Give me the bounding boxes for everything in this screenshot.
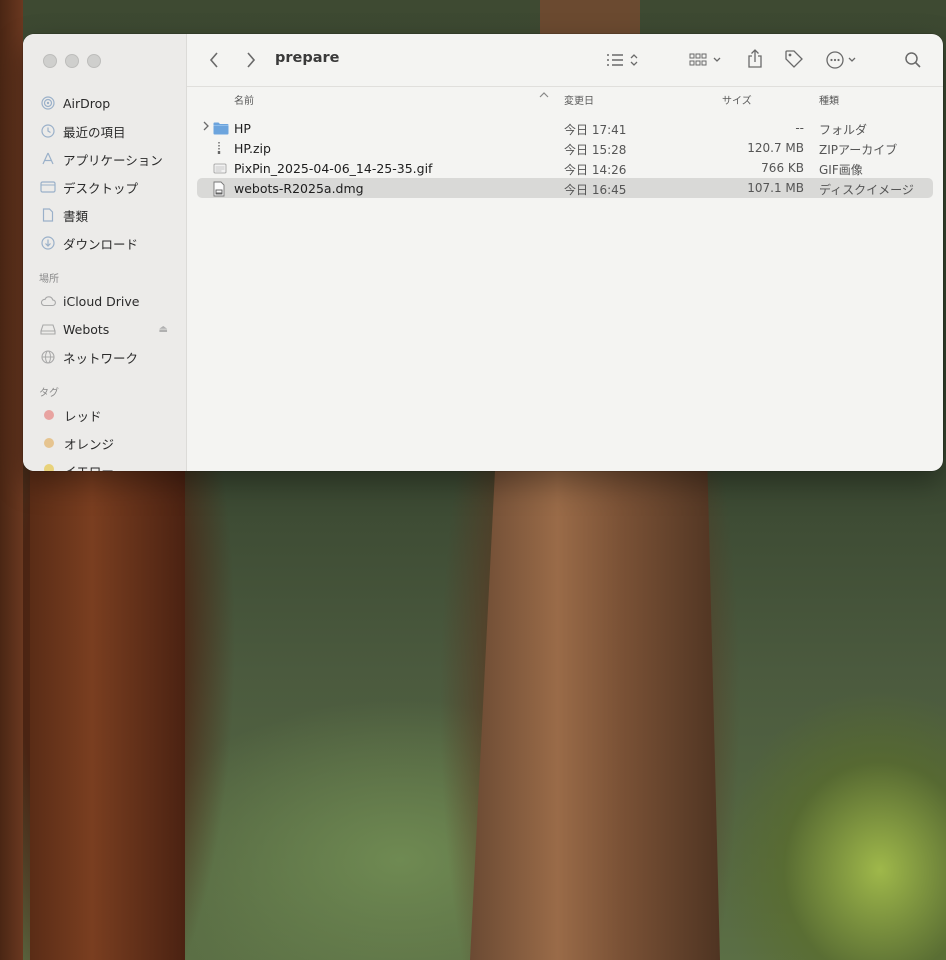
sidebar-item-label: iCloud Drive [63, 293, 140, 309]
file-size: 107.1 MB [747, 181, 804, 195]
view-options-button[interactable] [605, 50, 645, 70]
column-kind[interactable]: 種類 [819, 92, 839, 107]
close-button[interactable] [43, 54, 57, 68]
sidebar-item-label: デスクトップ [63, 180, 139, 196]
file-name: HP [234, 121, 251, 136]
file-date: 今日 14:26 [564, 163, 627, 177]
network-icon [40, 349, 56, 365]
file-list: HP 今日 17:41 -- フォルダ HP.zip 今日 15:28 120.… [197, 118, 933, 198]
back-button[interactable] [205, 50, 223, 70]
file-row-pixpin-gif[interactable]: PixPin_2025-04-06_14-25-35.gif 今日 14:26 … [197, 158, 933, 178]
applications-icon [40, 151, 56, 167]
tag-icon [785, 50, 803, 68]
column-size[interactable]: サイズ [722, 92, 752, 107]
document-icon [40, 207, 56, 223]
sidebar-item-label: 最近の項目 [63, 124, 126, 140]
file-kind: フォルダ [819, 123, 868, 137]
file-name: PixPin_2025-04-06_14-25-35.gif [234, 161, 433, 176]
file-size: -- [795, 121, 804, 135]
sidebar-item-label: アプリケーション [63, 152, 163, 168]
sort-ascending-icon[interactable] [539, 91, 549, 102]
tag-red-icon [44, 410, 54, 420]
sidebar-section-tags: タグ [39, 388, 59, 399]
file-kind: ディスクイメージ [819, 183, 914, 197]
file-name: webots-R2025a.dmg [234, 181, 364, 196]
cloud-icon [40, 293, 56, 309]
file-size: 766 KB [761, 161, 804, 175]
file-date: 今日 15:28 [564, 143, 627, 157]
sidebar-item-webots[interactable]: Webots ⏏ [23, 315, 186, 343]
search-button[interactable] [903, 50, 923, 70]
column-date[interactable]: 変更日 [564, 92, 594, 107]
clock-icon [40, 123, 56, 139]
tag-button[interactable] [783, 49, 805, 69]
sidebar-item-label: レッド [64, 408, 102, 424]
file-name: HP.zip [234, 141, 271, 156]
search-icon [905, 52, 921, 68]
sidebar-item-label: イエロー [64, 461, 114, 471]
share-button[interactable] [745, 48, 765, 70]
disclosure-triangle-icon[interactable] [202, 120, 210, 135]
image-file-icon [213, 161, 227, 177]
sidebar-item-recents[interactable]: 最近の項目 [23, 117, 186, 145]
sidebar-item-downloads[interactable]: ダウンロード [23, 229, 186, 257]
sidebar-item-icloud[interactable]: iCloud Drive [23, 287, 186, 315]
sidebar-item-label: AirDrop [63, 95, 111, 111]
window-title: prepare [275, 50, 340, 66]
file-row-webots-dmg[interactable]: webots-R2025a.dmg 今日 16:45 107.1 MB ディスク… [197, 178, 933, 198]
sidebar-item-tag-yellow[interactable]: イエロー [23, 457, 186, 471]
toolbar: prepare [187, 34, 943, 87]
group-button[interactable] [689, 50, 727, 70]
sidebar-item-label: オレンジ [64, 436, 115, 452]
sidebar-section-locations: 場所 [39, 274, 59, 285]
share-icon [748, 49, 762, 68]
sidebar-item-documents[interactable]: 書類 [23, 201, 186, 229]
grid-icon [689, 53, 721, 66]
file-size: 120.7 MB [747, 141, 804, 155]
zip-file-icon [213, 141, 227, 157]
tag-yellow-icon [44, 464, 54, 471]
disk-icon [40, 321, 56, 337]
minimize-button[interactable] [65, 54, 79, 68]
file-date: 今日 16:45 [564, 183, 627, 197]
sidebar: AirDrop 最近の項目 アプリケーション デスクトップ 書類 ダウンロード … [23, 34, 187, 471]
window-controls [43, 54, 101, 68]
zoom-button[interactable] [87, 54, 101, 68]
sidebar-item-label: ネットワーク [63, 350, 139, 366]
sidebar-item-label: 書類 [63, 208, 89, 224]
sidebar-item-airdrop[interactable]: AirDrop [23, 89, 186, 117]
sidebar-list: AirDrop 最近の項目 アプリケーション デスクトップ 書類 ダウンロード … [23, 89, 186, 471]
column-name[interactable]: 名前 [234, 92, 254, 107]
ellipsis-circle-icon [826, 51, 856, 69]
sidebar-item-network[interactable]: ネットワーク [23, 343, 186, 371]
finder-window: AirDrop 最近の項目 アプリケーション デスクトップ 書類 ダウンロード … [23, 34, 943, 471]
chevron-left-icon [209, 52, 218, 68]
chevron-right-icon [247, 52, 256, 68]
disk-image-file-icon [213, 181, 227, 197]
folder-icon [213, 121, 229, 137]
sidebar-item-applications[interactable]: アプリケーション [23, 145, 186, 173]
column-header: 名前 変更日 サイズ 種類 [187, 86, 943, 110]
sidebar-item-tag-orange[interactable]: オレンジ [23, 429, 186, 457]
airdrop-icon [40, 95, 56, 111]
sidebar-item-tag-red[interactable]: レッド [23, 401, 186, 429]
file-date: 今日 17:41 [564, 123, 627, 137]
sidebar-item-label: ダウンロード [63, 236, 139, 252]
file-row-hp-zip[interactable]: HP.zip 今日 15:28 120.7 MB ZIPアーカイブ [197, 138, 933, 158]
sidebar-item-desktop[interactable]: デスクトップ [23, 173, 186, 201]
more-actions-button[interactable] [825, 50, 863, 70]
list-view-icon [607, 54, 638, 66]
eject-icon[interactable]: ⏏ [159, 324, 168, 335]
download-icon [40, 235, 56, 251]
file-kind: ZIPアーカイブ [819, 143, 898, 157]
file-row-hp[interactable]: HP 今日 17:41 -- フォルダ [197, 118, 933, 138]
file-kind: GIF画像 [819, 163, 863, 177]
desktop-icon [40, 179, 56, 195]
main-pane: prepare 名前 変更日 サイズ 種類 HP 今日 17:41 -- フォル… [187, 34, 943, 471]
sidebar-item-label: Webots [63, 321, 110, 337]
tag-orange-icon [44, 438, 54, 448]
forward-button[interactable] [242, 50, 260, 70]
